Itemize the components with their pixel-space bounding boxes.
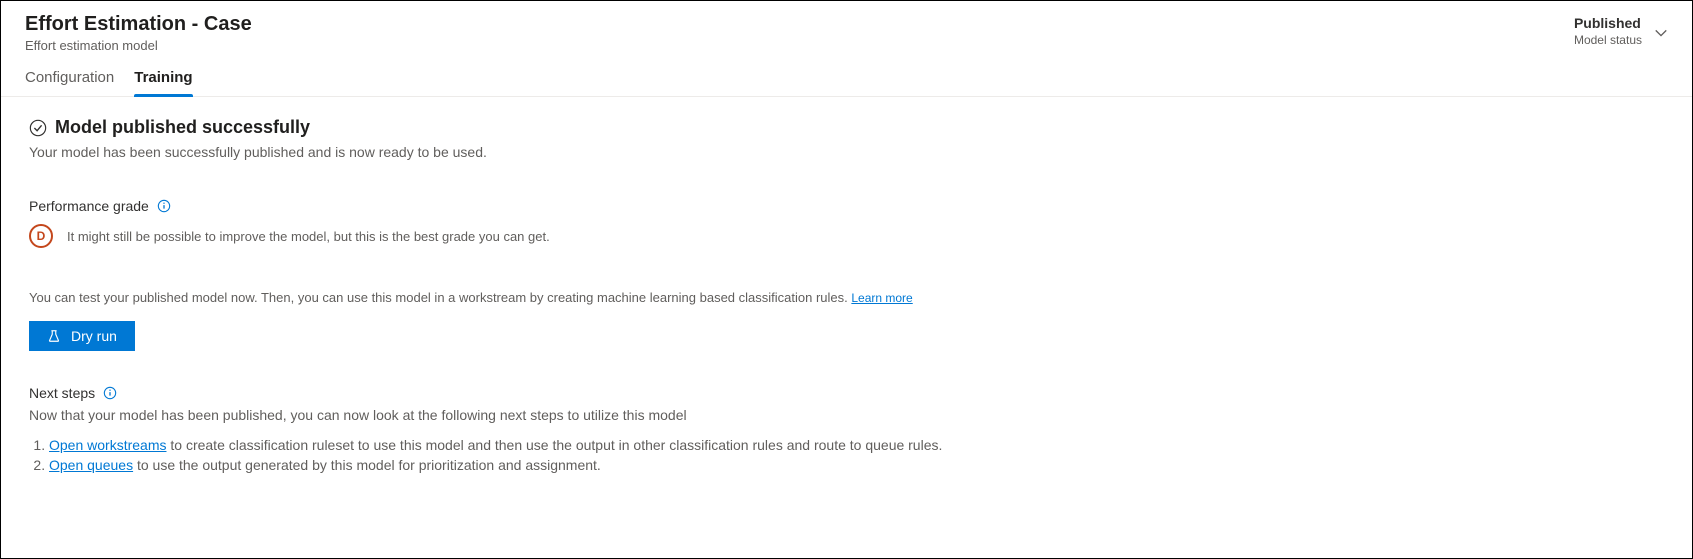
- flask-icon: [47, 329, 61, 343]
- info-icon[interactable]: [103, 386, 117, 400]
- learn-more-link[interactable]: Learn more: [851, 291, 912, 305]
- header-left: Effort Estimation - Case Effort estimati…: [25, 13, 252, 53]
- success-title: Model published successfully: [55, 117, 310, 138]
- performance-label: Performance grade: [29, 198, 149, 214]
- test-text: You can test your published model now. T…: [29, 290, 851, 305]
- dry-run-button[interactable]: Dry run: [29, 321, 135, 351]
- dry-run-label: Dry run: [71, 328, 117, 344]
- page-header: Effort Estimation - Case Effort estimati…: [1, 1, 1692, 53]
- next-steps-subtitle: Now that your model has been published, …: [29, 407, 1664, 423]
- performance-label-row: Performance grade: [29, 198, 1664, 214]
- model-status-label: Model status: [1574, 33, 1642, 47]
- grade-text: It might still be possible to improve th…: [67, 229, 550, 244]
- model-status-value: Published: [1574, 15, 1642, 31]
- tabs: Configuration Training: [1, 53, 1692, 97]
- grade-row: D It might still be possible to improve …: [29, 224, 1664, 248]
- chevron-down-icon[interactable]: [1654, 26, 1668, 40]
- grade-badge: D: [29, 224, 53, 248]
- next-steps-label: Next steps: [29, 385, 95, 401]
- content: Model published successfully Your model …: [1, 97, 1692, 497]
- next-step-1-text: to create classification ruleset to use …: [166, 437, 942, 453]
- header-right: Published Model status: [1574, 15, 1668, 47]
- tab-configuration[interactable]: Configuration: [25, 69, 114, 96]
- next-steps-list: Open workstreams to create classificatio…: [29, 437, 1664, 473]
- success-row: Model published successfully: [29, 117, 1664, 138]
- page-subtitle: Effort estimation model: [25, 38, 252, 53]
- info-icon[interactable]: [157, 199, 171, 213]
- success-subtitle: Your model has been successfully publish…: [29, 144, 1664, 160]
- next-steps-label-row: Next steps: [29, 385, 1664, 401]
- list-item: Open workstreams to create classificatio…: [49, 437, 1664, 453]
- page-title: Effort Estimation - Case: [25, 13, 252, 36]
- open-queues-link[interactable]: Open queues: [49, 457, 133, 473]
- list-item: Open queues to use the output generated …: [49, 457, 1664, 473]
- success-check-icon: [29, 119, 47, 137]
- open-workstreams-link[interactable]: Open workstreams: [49, 437, 166, 453]
- model-status-block: Published Model status: [1574, 15, 1642, 47]
- tab-training[interactable]: Training: [134, 69, 192, 96]
- next-step-2-text: to use the output generated by this mode…: [133, 457, 601, 473]
- test-row: You can test your published model now. T…: [29, 290, 1664, 305]
